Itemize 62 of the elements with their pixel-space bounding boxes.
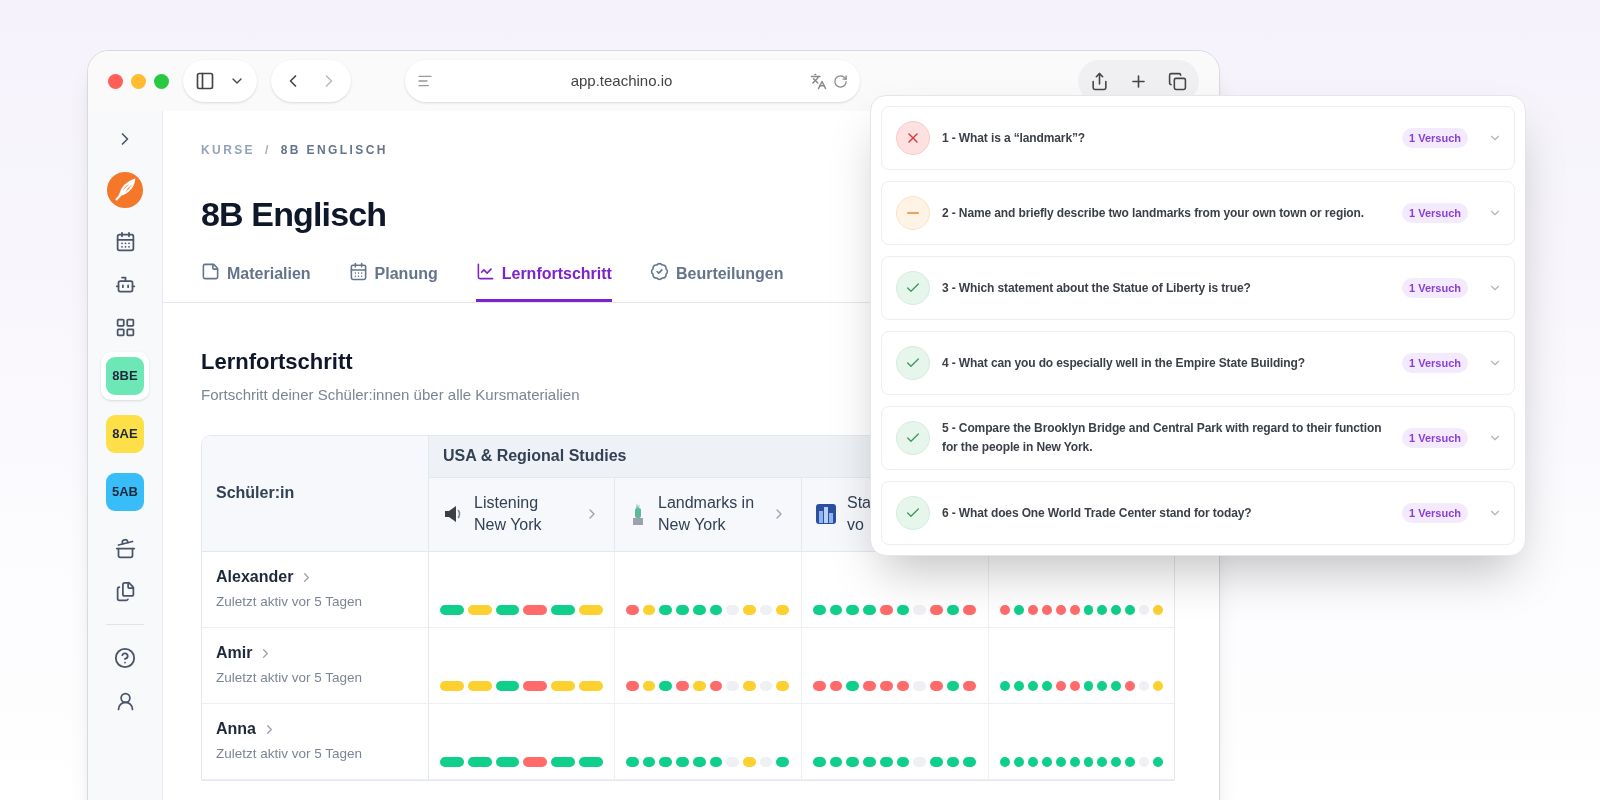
attempt-badge: 1 Versuch [1402, 427, 1468, 449]
close-window-icon[interactable] [108, 73, 123, 89]
help-icon[interactable] [114, 647, 136, 669]
reload-icon[interactable] [833, 73, 848, 89]
page-title: 8B Englisch [201, 194, 387, 235]
question-row[interactable]: 4 - What can you do especially well in the Empire State Building? 1 Versuch [881, 331, 1515, 395]
sidebar-toggle-button[interactable] [183, 60, 257, 102]
skyline-icon [815, 503, 837, 525]
translate-icon[interactable] [810, 72, 827, 90]
material-header[interactable]: Landmarks in New York [658, 492, 761, 536]
attempt-badge: 1 Versuch [1402, 127, 1468, 149]
course-button[interactable]: 8AE [106, 415, 144, 453]
question-text: 6 - What does One World Trade Center stand for today? [942, 504, 1253, 522]
share-icon[interactable] [1090, 71, 1109, 91]
attempt-badge: 1 Versuch [1402, 352, 1468, 374]
student-name[interactable]: Anna [216, 717, 256, 742]
question-text: 4 - What can you do especially well in the Empire State Building? [942, 354, 1306, 372]
attempt-badge: 1 Versuch [1402, 502, 1468, 524]
calendar-icon[interactable] [114, 231, 136, 252]
student-name[interactable]: Amir [216, 641, 253, 666]
attempt-badge: 1 Versuch [1402, 277, 1468, 299]
last-active-text: Zuletzt aktiv vor 5 Tagen [216, 593, 364, 612]
group-header: USA & Regional Studies [443, 446, 627, 466]
address-bar[interactable]: app.teachino.io [405, 60, 860, 102]
attempt-badge: 1 Versuch [1402, 202, 1468, 224]
last-active-text: Zuletzt aktiv vor 5 Tagen [216, 745, 364, 764]
material-header[interactable]: Listening New York [474, 492, 574, 536]
note-icon [201, 262, 220, 281]
question-row[interactable]: 6 - What does One World Trade Center stand for today? 1 Versuch [881, 481, 1515, 545]
question-text: 3 - Which statement about the Statue of Liberty is true? [942, 279, 1252, 297]
tabs-icon[interactable] [1168, 71, 1187, 91]
bot-icon[interactable] [114, 274, 136, 295]
section-subtitle: Fortschritt deiner Schüler:innen über alle Kursmaterialien [201, 385, 581, 405]
question-text: 1 - What is a “landmark”? [942, 129, 1087, 147]
student-name[interactable]: Alexander [216, 565, 294, 590]
question-text: 5 - Compare the Brooklyn Bridge and Central Park with regard to their function for the people in New York. [942, 420, 1383, 456]
tab[interactable]: Beurteilungen [649, 262, 784, 302]
logo-icon[interactable] [106, 171, 144, 209]
chart-icon [475, 262, 495, 281]
tab[interactable]: Materialien [201, 262, 311, 302]
calendar-icon [348, 262, 368, 281]
breadcrumb-separator: / [265, 142, 271, 159]
tab[interactable]: Planung [348, 262, 438, 302]
course-button[interactable]: 5AB [106, 473, 144, 511]
question-row[interactable]: 5 - Compare the Brooklyn Bridge and Central Park with regard to their function for the people in New York. 1 Versuch [881, 406, 1515, 470]
question-row[interactable]: 2 - Name and briefly describe two landmarks from your own town or region. 1 Versuch [881, 181, 1515, 245]
question-text: 2 - Name and briefly describe two landmarks from your own town or region. [942, 204, 1365, 222]
grid-icon[interactable] [114, 317, 136, 338]
page-icon [417, 73, 433, 89]
column-header: Schüler:in [216, 483, 295, 503]
address-text: app.teachino.io [569, 70, 674, 91]
badge-check-icon [649, 262, 669, 281]
question-row[interactable]: 1 - What is a “landmark”? 1 Versuch [881, 106, 1515, 170]
tab[interactable]: Lernfortschritt [475, 262, 612, 302]
last-active-text: Zuletzt aktiv vor 5 Tagen [216, 669, 364, 688]
files-icon[interactable] [114, 581, 136, 602]
question-row[interactable]: 3 - Which statement about the Statue of Liberty is true? 1 Versuch [881, 256, 1515, 320]
course-button[interactable]: 8BE [106, 357, 144, 395]
sidebar-icon [195, 71, 215, 91]
pot-icon[interactable] [114, 538, 136, 559]
section-title: Lernfortschritt [201, 348, 353, 376]
breadcrumb-current: 8B ENGLISCH [280, 142, 388, 159]
